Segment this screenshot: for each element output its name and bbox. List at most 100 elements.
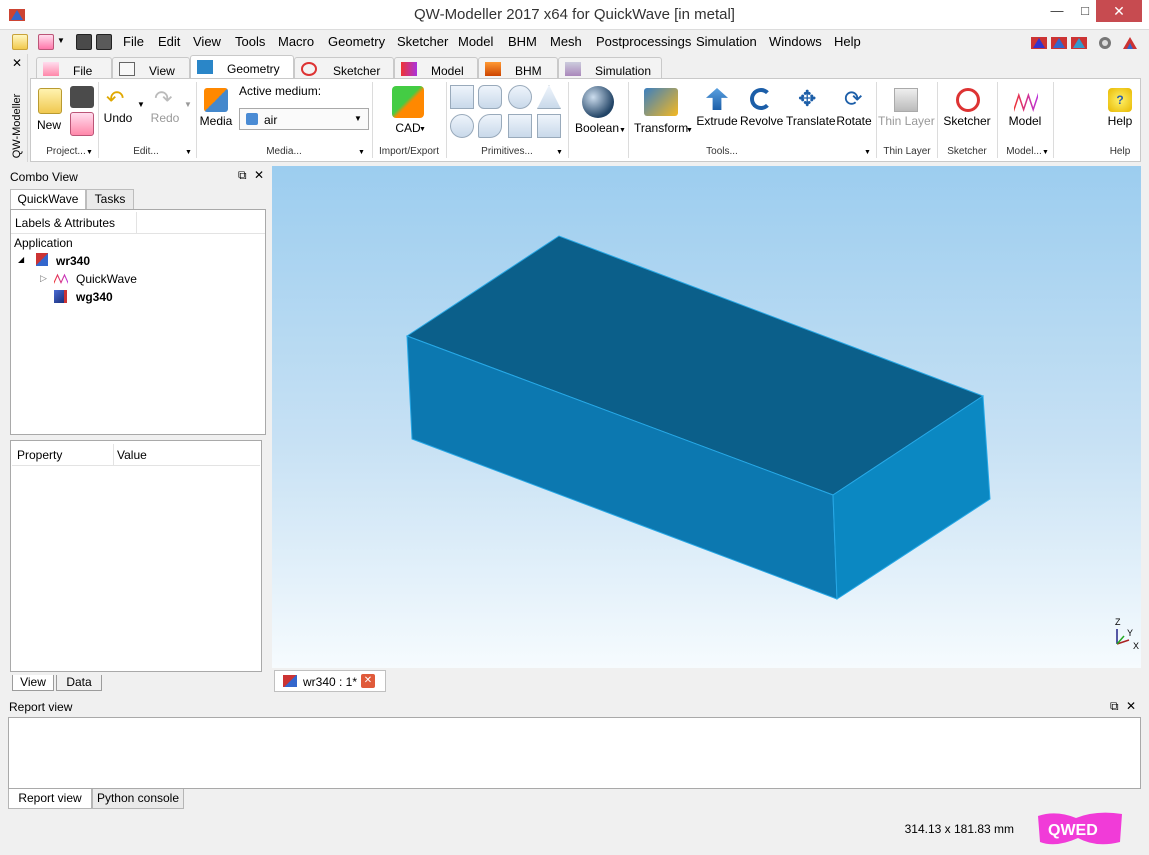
wedge-primitive-icon[interactable] xyxy=(537,114,561,138)
tab-data[interactable]: Data xyxy=(56,675,102,691)
menu-windows[interactable]: Windows xyxy=(769,34,822,49)
menu-edit[interactable]: Edit xyxy=(158,34,180,49)
tab-view-bottom[interactable]: View xyxy=(12,675,54,691)
tree-quickwave[interactable]: QuickWave xyxy=(76,272,137,286)
help-icon[interactable]: ? xyxy=(1108,88,1132,112)
menu-help[interactable]: Help xyxy=(834,34,861,49)
save-as-icon[interactable] xyxy=(96,34,112,50)
chevron-down-icon[interactable]: ▼ xyxy=(619,127,626,134)
group-tools-label[interactable]: Tools... xyxy=(690,146,754,157)
tab-python-console[interactable]: Python console xyxy=(92,789,184,809)
tree-root[interactable]: Application xyxy=(14,236,73,250)
new-project-icon[interactable] xyxy=(38,88,62,114)
menu-tools[interactable]: Tools xyxy=(235,34,265,49)
thin-layer-icon[interactable] xyxy=(894,88,918,112)
tab-view[interactable]: View xyxy=(112,57,190,79)
chevron-down-icon[interactable]: ▼ xyxy=(686,127,693,134)
group-media-label[interactable]: Media... xyxy=(254,146,314,157)
thin-layer-button-label[interactable]: Thin Layer xyxy=(878,114,935,128)
revolve-button-label[interactable]: Revolve xyxy=(740,114,783,128)
report-output[interactable] xyxy=(8,717,1141,789)
qw-about-icon[interactable] xyxy=(1121,35,1139,51)
qw-tool-icon[interactable] xyxy=(1096,35,1114,51)
boolean-icon[interactable] xyxy=(582,86,614,118)
tree-doc[interactable]: wr340 xyxy=(56,254,90,268)
sketcher-button-label[interactable]: Sketcher xyxy=(942,114,992,128)
menu-file[interactable]: File xyxy=(123,34,144,49)
cad-icon[interactable] xyxy=(392,86,424,118)
rotate-button-label[interactable]: Rotate xyxy=(834,114,874,128)
tab-sketcher[interactable]: Sketcher xyxy=(294,57,394,79)
float-icon[interactable]: ⧉ xyxy=(1110,699,1119,714)
redo-button-label[interactable]: Redo xyxy=(146,111,184,125)
menu-sketcher[interactable]: Sketcher xyxy=(397,34,448,49)
chevron-down-icon[interactable]: ▼ xyxy=(86,149,93,156)
undo-button-label[interactable]: Undo xyxy=(100,111,136,125)
close-icon[interactable]: ✕ xyxy=(1126,699,1136,713)
tab-file[interactable]: File xyxy=(36,57,112,79)
chevron-down-icon[interactable]: ▼ xyxy=(419,126,426,133)
translate-icon[interactable]: ✥ xyxy=(798,86,816,112)
prism-primitive-icon[interactable] xyxy=(508,114,532,138)
tab-model[interactable]: Model xyxy=(394,57,478,79)
ellipsoid-primitive-icon[interactable] xyxy=(478,114,502,138)
document-tab[interactable]: wr340 : 1* ✕ xyxy=(274,670,386,692)
tab-geometry[interactable]: Geometry xyxy=(190,55,294,79)
maximize-button[interactable]: □ xyxy=(1071,0,1099,22)
open-icon[interactable] xyxy=(38,34,54,50)
new-icon[interactable] xyxy=(12,34,28,50)
media-icon[interactable] xyxy=(204,88,228,112)
chevron-down-icon[interactable]: ▼ xyxy=(185,149,192,156)
menu-mesh[interactable]: Mesh xyxy=(550,34,582,49)
torus-primitive-icon[interactable] xyxy=(450,114,474,138)
undo-icon[interactable]: ↶ xyxy=(106,86,124,112)
open-project-icon[interactable] xyxy=(70,112,94,136)
transform-button-label[interactable]: Transform xyxy=(634,121,688,135)
group-edit-label[interactable]: Edit... xyxy=(118,146,174,157)
float-icon[interactable]: ⧉ xyxy=(238,168,247,183)
menu-postprocessings[interactable]: Postprocessings xyxy=(596,34,691,49)
menu-bhm[interactable]: BHM xyxy=(508,34,537,49)
extrude-button-label[interactable]: Extrude xyxy=(696,114,738,128)
chevron-down-icon[interactable]: ▼ xyxy=(137,100,145,109)
qw-simulator-icon[interactable] xyxy=(1050,35,1068,51)
group-primitives-label[interactable]: Primitives... xyxy=(470,146,544,157)
menu-view[interactable]: View xyxy=(193,34,221,49)
tab-quickwave[interactable]: QuickWave xyxy=(10,189,86,209)
save-icon[interactable] xyxy=(76,34,92,50)
transform-icon[interactable] xyxy=(644,88,678,116)
redo-icon[interactable]: ↷ xyxy=(154,86,172,112)
revolve-icon[interactable] xyxy=(750,88,772,110)
chevron-down-icon[interactable]: ▼ xyxy=(57,36,65,45)
tree-wg340[interactable]: wg340 xyxy=(76,290,113,304)
media-button-label[interactable]: Media xyxy=(198,114,234,128)
tab-tasks[interactable]: Tasks xyxy=(86,189,134,209)
cylinder-primitive-icon[interactable] xyxy=(478,85,502,109)
close-icon[interactable]: ✕ xyxy=(12,56,22,70)
group-model-label[interactable]: Model... xyxy=(1004,146,1044,157)
collapse-icon[interactable]: ◢ xyxy=(18,255,24,264)
chevron-down-icon[interactable]: ▼ xyxy=(864,149,871,156)
chevron-down-icon[interactable]: ▼ xyxy=(556,149,563,156)
expand-icon[interactable]: ▷ xyxy=(40,273,47,284)
qw-editor-icon[interactable] xyxy=(1030,35,1048,51)
translate-button-label[interactable]: Translate xyxy=(786,114,836,128)
menu-model[interactable]: Model xyxy=(458,34,493,49)
close-tab-icon[interactable]: ✕ xyxy=(361,674,375,688)
boolean-button-label[interactable]: Boolean xyxy=(574,121,620,135)
3d-viewport[interactable]: Z Y X xyxy=(272,166,1141,668)
chevron-down-icon[interactable]: ▼ xyxy=(358,149,365,156)
close-button[interactable]: ✕ xyxy=(1096,0,1142,22)
chevron-down-icon[interactable]: ▼ xyxy=(184,100,192,109)
menu-simulation[interactable]: Simulation xyxy=(696,34,757,49)
menu-geometry[interactable]: Geometry xyxy=(328,34,385,49)
close-icon[interactable]: ✕ xyxy=(254,168,264,182)
chevron-down-icon[interactable]: ▼ xyxy=(1042,149,1049,156)
sketcher-icon[interactable] xyxy=(956,88,980,112)
new-button-label[interactable]: New xyxy=(32,118,66,132)
active-medium-select[interactable]: air ▼ xyxy=(239,108,369,130)
tab-report-view[interactable]: Report view xyxy=(8,789,92,809)
help-button-label[interactable]: Help xyxy=(1102,114,1138,128)
sphere-primitive-icon[interactable] xyxy=(508,85,532,109)
tab-bhm[interactable]: BHM xyxy=(478,57,558,79)
